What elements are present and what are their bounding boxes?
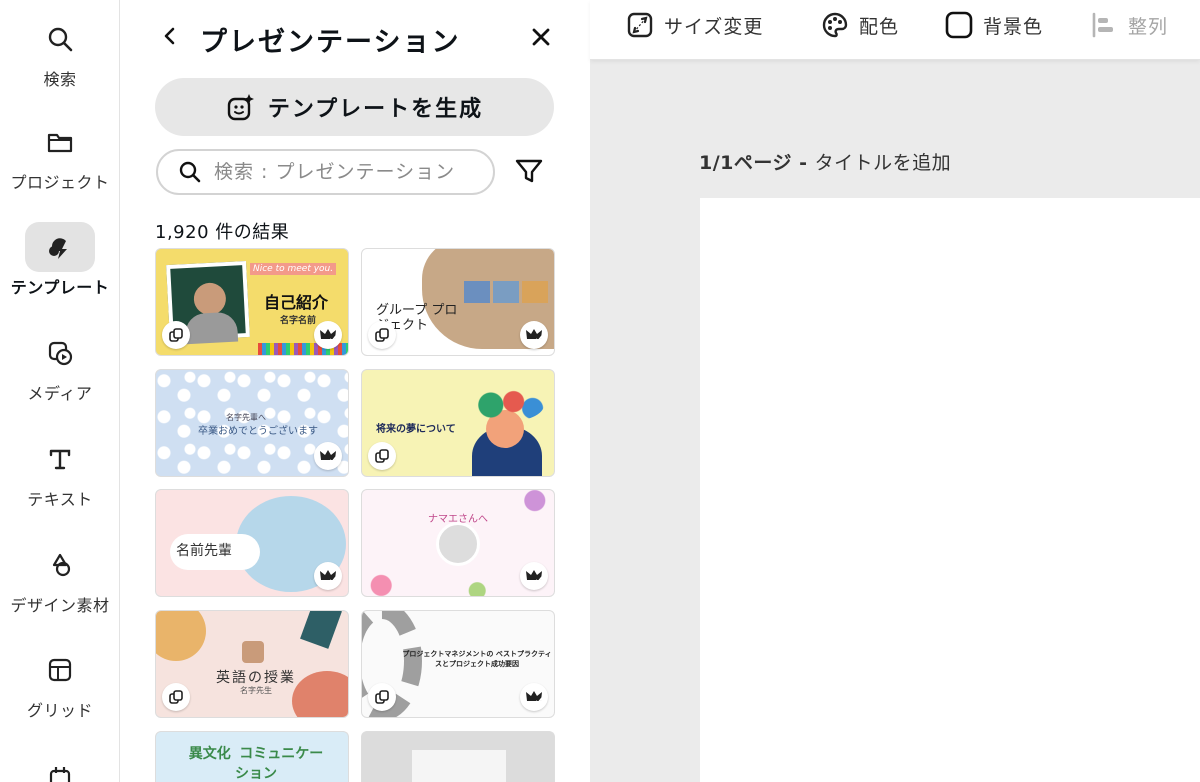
search-icon — [25, 14, 95, 64]
rail-item-label: テキスト — [27, 490, 93, 509]
generate-template-label: テンプレートを生成 — [267, 97, 484, 122]
rail-item-media[interactable]: メディア — [0, 328, 120, 404]
background-color-button[interactable]: 背景色 — [945, 10, 1043, 40]
rail-item-text[interactable]: テキスト — [0, 434, 120, 510]
rail-item-label: 検索 — [43, 70, 77, 89]
template-subtitle: 名字先生 — [240, 686, 272, 695]
duplicate-icon — [162, 683, 190, 711]
template-title: ナマエさんへ — [428, 514, 488, 525]
template-card[interactable]: 名前先輩 — [155, 489, 349, 597]
calendar-icon — [25, 752, 95, 782]
magic-generate-icon — [227, 94, 254, 121]
premium-crown-icon — [520, 683, 548, 711]
rail-item-label: グリッド — [26, 701, 93, 720]
rail-item-label: メディア — [27, 384, 93, 403]
search-input[interactable] — [214, 161, 474, 183]
grid-icon — [25, 645, 95, 695]
resize-icon — [627, 12, 653, 38]
search-icon — [179, 161, 201, 183]
template-card[interactable]: グループ プロジェクト — [361, 248, 555, 356]
panel-title: プレゼンテーション — [200, 27, 461, 58]
result-count: 1,920 件の結果 — [155, 222, 290, 243]
template-shape — [156, 611, 206, 661]
template-title: 自己紹介 — [264, 293, 329, 312]
template-notebook — [412, 750, 506, 782]
template-card[interactable]: 名字先輩へ 卒業おめでとうございます — [155, 369, 349, 477]
align-button[interactable]: 整列 — [1090, 10, 1168, 40]
template-card[interactable]: 英語の授業 名字先生 — [155, 610, 349, 718]
template-badge: Nice to meet you. — [250, 263, 337, 275]
top-toolbar: サイズ変更 配色 背景色 整列 — [590, 0, 1200, 60]
premium-crown-icon — [314, 321, 342, 349]
back-button[interactable] — [158, 22, 182, 50]
template-title: 異文化 コミュニケーション — [188, 746, 324, 782]
template-subtitle: 名字名前 — [280, 316, 317, 326]
duplicate-icon — [368, 321, 396, 349]
premium-crown-icon — [314, 442, 342, 470]
duplicate-icon — [368, 683, 396, 711]
template-title: 将来の夢について — [376, 424, 456, 435]
rail-item-templates[interactable]: テンプレート — [0, 222, 120, 298]
folder-icon — [25, 117, 95, 167]
premium-crown-icon — [520, 321, 548, 349]
template-title: 英語の授業 — [216, 670, 296, 686]
chevron-left-icon — [164, 27, 175, 45]
generate-template-button[interactable]: テンプレートを生成 — [155, 78, 554, 136]
template-title: 卒業おめでとうございます — [198, 426, 318, 437]
rail-item-elements[interactable]: デザイン素材 — [0, 540, 120, 616]
close-button[interactable] — [528, 24, 554, 50]
design-elements-icon — [25, 540, 95, 590]
panel-header: プレゼンテーション — [120, 0, 590, 72]
template-card[interactable]: プロジェクトマネジメントの ベストプラクティスとプロジェクト成功要因 — [361, 610, 555, 718]
template-card[interactable]: Nice to meet you. 自己紹介 名字名前 — [155, 248, 349, 356]
template-card[interactable]: ナマエさんへ — [361, 489, 555, 597]
template-card[interactable]: 異文化 コミュニケーション — [155, 731, 349, 782]
rail-item-label: テンプレート — [10, 278, 110, 297]
text-icon — [25, 434, 95, 484]
template-photo — [436, 522, 480, 566]
canvas-page[interactable] — [700, 198, 1200, 782]
resize-button[interactable]: サイズ変更 — [626, 10, 763, 40]
page-number: 1/1ページ — [699, 152, 793, 174]
template-title: プロジェクトマネジメントの ベストプラクティスとプロジェクト成功要因 — [402, 650, 552, 668]
template-title: 名前先輩 — [176, 543, 232, 559]
template-card[interactable] — [361, 731, 555, 782]
premium-crown-icon — [314, 562, 342, 590]
filter-button[interactable] — [514, 156, 544, 186]
left-rail: 検索 プロジェクト テンプレート メディア テキスト デザイン素材 グリッド — [0, 0, 120, 782]
media-icon — [25, 328, 95, 378]
palette-icon — [822, 12, 848, 38]
template-card[interactable]: 将来の夢について — [361, 369, 555, 477]
template-search — [156, 149, 495, 195]
align-left-icon — [1092, 12, 1113, 38]
page-label: 1/1ページ - タイトルを追加 — [699, 148, 951, 175]
templates-icon — [25, 222, 95, 272]
rail-item-grid[interactable]: グリッド — [0, 645, 120, 721]
align-label: 整列 — [1128, 15, 1169, 38]
page-title-input[interactable]: タイトルを追加 — [815, 152, 952, 174]
rail-item-search[interactable]: 検索 — [0, 14, 120, 90]
rail-item-label: デザイン素材 — [10, 596, 110, 615]
premium-crown-icon — [520, 562, 548, 590]
duplicate-icon — [162, 321, 190, 349]
templates-panel: プレゼンテーション テンプレートを生成 1,920 件の結果 Nice to m… — [120, 0, 590, 782]
color-palette-label: 配色 — [859, 15, 900, 38]
filter-icon — [515, 159, 543, 183]
background-color-label: 背景色 — [983, 15, 1044, 38]
duplicate-icon — [368, 442, 396, 470]
close-icon — [532, 28, 550, 46]
rail-item-label: プロジェクト — [10, 173, 110, 192]
page-separator: - — [792, 152, 815, 174]
rail-item-projects[interactable]: プロジェクト — [0, 117, 120, 193]
color-palette-button[interactable]: 配色 — [821, 10, 899, 40]
rail-item-calendar[interactable] — [0, 752, 120, 782]
background-color-icon — [945, 11, 973, 39]
resize-label: サイズ変更 — [664, 15, 764, 38]
